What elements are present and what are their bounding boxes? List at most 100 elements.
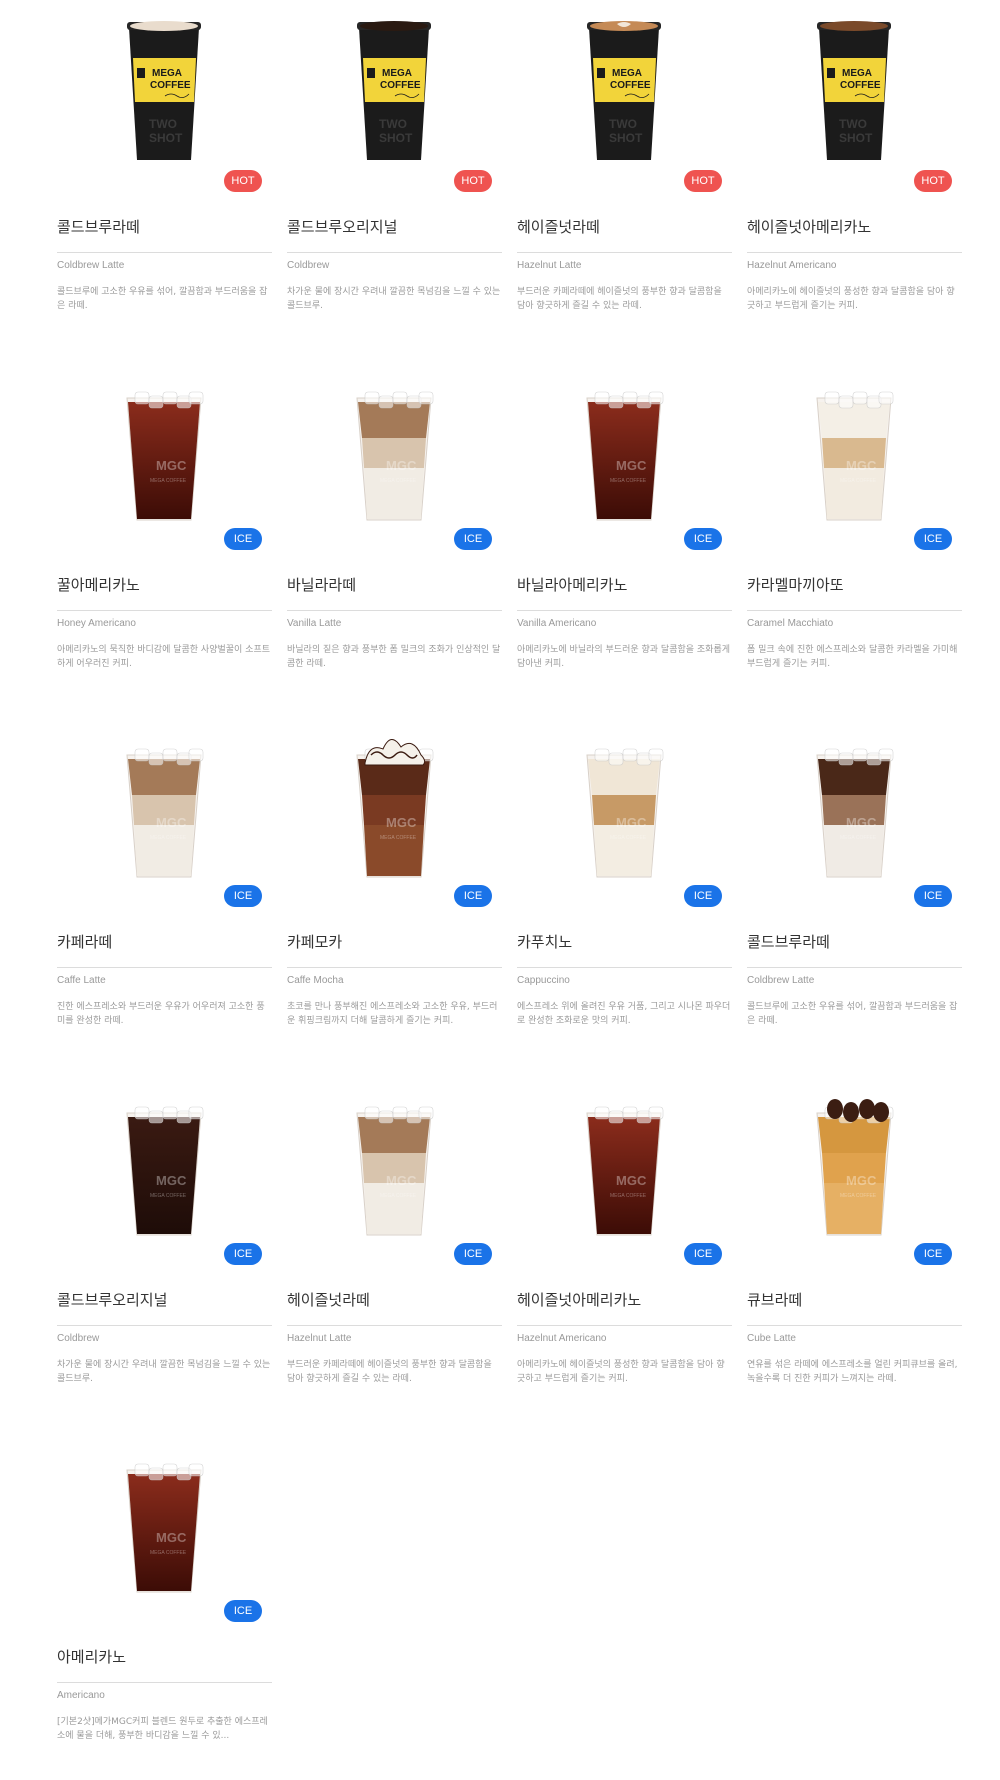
- product-english-name: Americano: [57, 1690, 105, 1701]
- ice-badge: ICE: [224, 885, 262, 907]
- product-card[interactable]: MEGA COFFEE TWO SHOT HOT 헤이즐넛아메리카노 Hazelnut Am…: [747, 10, 962, 350]
- svg-text:MEGA: MEGA: [382, 68, 412, 79]
- product-name[interactable]: 콜드브루오리지널: [287, 216, 397, 237]
- product-image[interactable]: MGC MEGA COFFEE: [287, 1083, 502, 1263]
- product-name[interactable]: 큐브라떼: [747, 1289, 802, 1310]
- product-card[interactable]: MGC MEGA COFFEE ICE 카푸치노 Cappuccino 에스프레소 위에 …: [517, 725, 732, 1065]
- cup-image: MGC MEGA COFFEE: [356, 391, 434, 521]
- product-description: [기본2샷]메가MGC커피 블렌드 원두로 추출한 에스프레소에 물을 더해, …: [57, 1717, 268, 1741]
- product-name[interactable]: 헤이즐넛아메리카노: [517, 1289, 641, 1310]
- product-card[interactable]: MGC MEGA COFFEE ICE 콜드브루라떼 Coldbrew Latte 콜드브…: [747, 725, 962, 1065]
- product-image[interactable]: MGC MEGA COFFEE: [747, 368, 962, 548]
- product-image[interactable]: MGC MEGA COFFEE: [287, 725, 502, 905]
- product-card[interactable]: MEGA COFFEE TWO SHOT HOT 콜드브루라떼 Coldbrew Latte…: [57, 10, 272, 350]
- product-description: 바닐라의 짙은 향과 풍부한 폼 밀크의 조화가 인상적인 달콤한 라떼.: [287, 645, 501, 669]
- product-image[interactable]: MGC MEGA COFFEE: [747, 1083, 962, 1263]
- product-card[interactable]: MGC MEGA COFFEE ICE 바닐라아메리카노 Vanilla America…: [517, 368, 732, 708]
- cup-image: MEGACOFFEE TWOSHOT: [357, 21, 431, 160]
- product-name[interactable]: 카페라떼: [57, 931, 112, 952]
- product-image[interactable]: MGC MEGA COFFEE: [57, 725, 272, 905]
- product-image[interactable]: MGC MEGA COFFEE: [517, 725, 732, 905]
- product-name[interactable]: 카페모카: [287, 931, 342, 952]
- divider: [57, 1682, 272, 1683]
- product-card[interactable]: MGC MEGA COFFEE ICE 헤이즐넛라떼 Hazelnut Latte 부드러…: [287, 1083, 502, 1423]
- cup-image: MGC MEGA COFFEE: [126, 748, 204, 878]
- product-description: 아메리카노에 헤이즐넛의 풍성한 향과 달콤함을 담아 향긋하고 부드럽게 즐기…: [747, 287, 955, 311]
- product-image[interactable]: MGC MEGA COFFEE: [57, 1440, 272, 1620]
- divider: [747, 1325, 962, 1326]
- product-description: 폼 밀크 속에 진한 에스프레소와 달콤한 카라멜을 가미해 부드럽게 즐기는 …: [747, 645, 958, 669]
- product-card[interactable]: MGC MEGA COFFEE ICE 카페모카 Caffe Mocha 초코를 만나 풍…: [287, 725, 502, 1065]
- product-name[interactable]: 아메리카노: [57, 1646, 126, 1667]
- product-card[interactable]: MGC MEGA COFFEE ICE 헤이즐넛아메리카노 Hazelnut Ameri…: [517, 1083, 732, 1423]
- product-card[interactable]: MGC MEGA COFFEE ICE 콜드브루오리지널 Coldbrew 차가운 물에 …: [57, 1083, 272, 1423]
- product-card[interactable]: MGC MEGA COFFEE ICE 카라멜마끼아또 Caramel Macchiat…: [747, 368, 962, 708]
- product-image[interactable]: MGC MEGA COFFEE: [57, 368, 272, 548]
- product-description: 아메리카노에 바닐라의 부드러운 향과 달콤함을 조화롭게 담아낸 커피.: [517, 645, 731, 669]
- product-name[interactable]: 바닐라라떼: [287, 574, 356, 595]
- ice-badge: ICE: [914, 528, 952, 550]
- product-english-name: Coldbrew: [57, 1333, 100, 1344]
- product-description: 콜드브루에 고소한 우유를 섞어, 깔끔함과 부드러움을 잡은 라떼.: [57, 287, 268, 311]
- cup-image: MEGACOFFEE TWOSHOT: [587, 21, 661, 160]
- cup-image: MGC MEGA COFFEE: [816, 1099, 894, 1236]
- product-card[interactable]: MEGA COFFEE TWO SHOT HOT 콜드브루오리지널 Coldbrew 차가운 …: [287, 10, 502, 350]
- cup-image: MGC MEGA COFFEE: [126, 391, 204, 521]
- svg-text:COFFEE: COFFEE: [380, 80, 421, 91]
- divider: [57, 610, 272, 611]
- ice-badge: ICE: [224, 528, 262, 550]
- product-name[interactable]: 콜드브루오리지널: [57, 1289, 167, 1310]
- product-english-name: Hazelnut Latte: [517, 260, 582, 271]
- svg-text:MEGA COFFEE: MEGA COFFEE: [840, 1193, 877, 1199]
- product-image[interactable]: MEGA COFFEE TWO SHOT: [287, 10, 502, 190]
- product-card[interactable]: MGC MEGA COFFEE ICE 꿀아메리카노 Honey Americano 아메…: [57, 368, 272, 708]
- cup-image: MEGACOFFEE TWOSHOT: [817, 21, 891, 160]
- product-card[interactable]: MGC MEGA COFFEE ICE 아메리카노 Americano [기본2샷]메가M…: [57, 1440, 272, 1780]
- product-english-name: Coldbrew: [287, 260, 330, 271]
- product-english-name: Caffe Latte: [57, 975, 106, 986]
- svg-text:SHOT: SHOT: [379, 131, 413, 145]
- product-name[interactable]: 헤이즐넛아메리카노: [747, 216, 871, 237]
- svg-text:MGC: MGC: [156, 815, 187, 830]
- product-name[interactable]: 카라멜마끼아또: [747, 574, 844, 595]
- product-image[interactable]: MGC MEGA COFFEE: [747, 725, 962, 905]
- product-card[interactable]: MEGA COFFEE TWO SHOT HOT 헤이즐넛라떼 Hazelnut Latte…: [517, 10, 732, 350]
- product-image[interactable]: MGC MEGA COFFEE: [517, 368, 732, 548]
- product-image[interactable]: MGC MEGA COFFEE: [57, 1083, 272, 1263]
- product-english-name: Hazelnut Latte: [287, 1333, 352, 1344]
- product-name[interactable]: 헤이즐넛라떼: [287, 1289, 370, 1310]
- product-image[interactable]: MEGA COFFEE TWO SHOT: [747, 10, 962, 190]
- divider: [747, 252, 962, 253]
- svg-text:MEGA COFFEE: MEGA COFFEE: [380, 1193, 417, 1199]
- cup-image: MEGACOFFEE TWOSHOT: [127, 21, 201, 160]
- divider: [747, 610, 962, 611]
- product-name[interactable]: 바닐라아메리카노: [517, 574, 627, 595]
- cup-image: MGC MEGA COFFEE: [816, 391, 894, 521]
- svg-text:MGC: MGC: [846, 815, 877, 830]
- svg-text:SHOT: SHOT: [839, 131, 873, 145]
- product-description: 연유를 섞은 라떼에 에스프레소를 얼린 커피큐브를 올려, 녹을수록 더 진한…: [747, 1360, 958, 1384]
- product-image[interactable]: MEGA COFFEE TWO SHOT: [517, 10, 732, 190]
- product-name[interactable]: 꿀아메리카노: [57, 574, 140, 595]
- product-card[interactable]: MGC MEGA COFFEE ICE 카페라떼 Caffe Latte 진한 에스프레소…: [57, 725, 272, 1065]
- product-card[interactable]: MGC MEGA COFFEE ICE 큐브라떼 Cube Latte 연유를 섞은 라떼…: [747, 1083, 962, 1423]
- product-description: 아메리카노에 헤이즐넛의 풍성한 향과 달콤함을 담아 향긋하고 부드럽게 즐기…: [517, 1360, 725, 1384]
- cup-image: MGC MEGA COFFEE: [356, 739, 434, 878]
- product-name[interactable]: 헤이즐넛라떼: [517, 216, 600, 237]
- product-image[interactable]: MGC MEGA COFFEE: [517, 1083, 732, 1263]
- product-name[interactable]: 콜드브루라떼: [57, 216, 140, 237]
- product-card[interactable]: MGC MEGA COFFEE ICE 바닐라라떼 Vanilla Latte 바닐라의 …: [287, 368, 502, 708]
- svg-text:MGC: MGC: [846, 1173, 877, 1188]
- product-name[interactable]: 카푸치노: [517, 931, 572, 952]
- divider: [287, 252, 502, 253]
- svg-text:MGC: MGC: [386, 1173, 417, 1188]
- hot-badge: HOT: [454, 170, 492, 192]
- product-image[interactable]: MGC MEGA COFFEE: [287, 368, 502, 548]
- svg-text:MGC: MGC: [846, 458, 877, 473]
- svg-text:COFFEE: COFFEE: [610, 80, 651, 91]
- product-image[interactable]: MEGA COFFEE TWO SHOT: [57, 10, 272, 190]
- divider: [57, 1325, 272, 1326]
- svg-text:MGC: MGC: [156, 458, 187, 473]
- product-name[interactable]: 콜드브루라떼: [747, 931, 830, 952]
- product-description: 콜드브루에 고소한 우유를 섞어, 깔끔함과 부드러움을 잡은 라떼.: [747, 1002, 958, 1026]
